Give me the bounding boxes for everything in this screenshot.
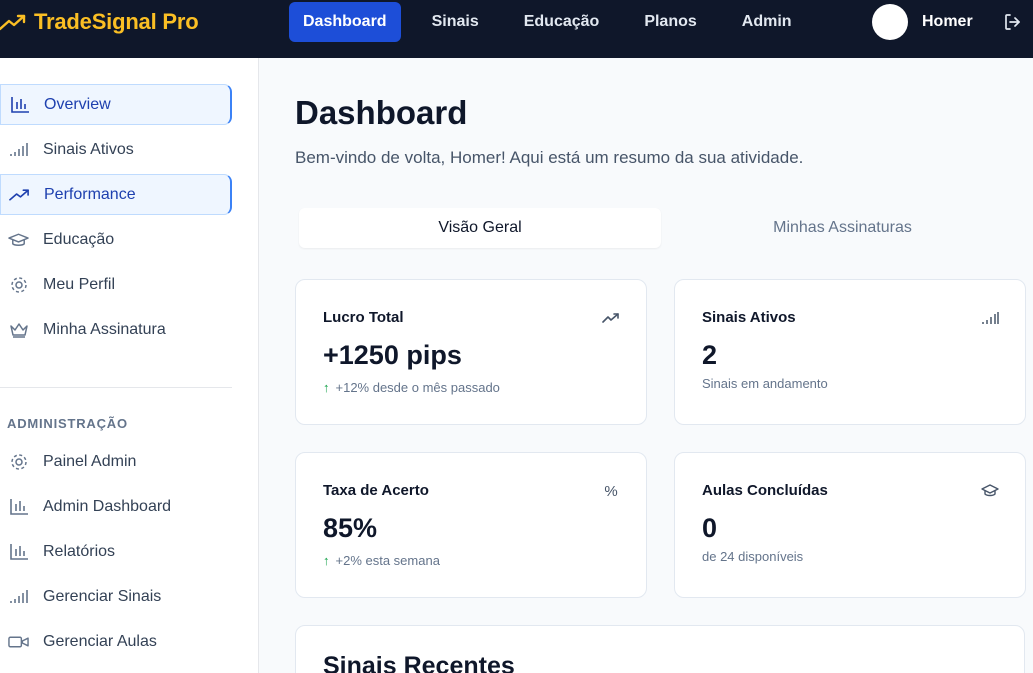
card-note-text: Sinais em andamento bbox=[702, 376, 828, 391]
sidebar-item-label: Gerenciar Sinais bbox=[43, 587, 162, 605]
sidebar-item-label: Painel Admin bbox=[43, 452, 137, 470]
sidebar-item-label: Overview bbox=[44, 95, 111, 113]
sidebar-item-painel-admin[interactable]: Painel Admin bbox=[0, 441, 232, 482]
sidebar-item-label: Relatórios bbox=[43, 542, 116, 560]
signal-icon bbox=[8, 139, 29, 160]
bar-chart-icon bbox=[9, 94, 30, 115]
sidebar-item-label: Gerenciar Aulas bbox=[43, 632, 157, 650]
card-note: de 24 disponíveis bbox=[702, 549, 803, 564]
brand[interactable]: TradeSignal Pro bbox=[0, 0, 199, 44]
sidebar-item-label: Minha Assinatura bbox=[43, 320, 166, 338]
page-title: Dashboard bbox=[295, 94, 468, 131]
sidebar-item-meu-perfil[interactable]: Meu Perfil bbox=[0, 264, 232, 305]
card-title: Aulas Concluídas bbox=[702, 482, 828, 499]
percent-icon: % bbox=[604, 482, 618, 500]
nav-admin[interactable]: Admin bbox=[728, 2, 806, 42]
sidebar-item-performance[interactable]: Performance bbox=[0, 174, 232, 215]
stat-card-lucro-total: Lucro Total +1250 pips ↑ +12% desde o mê… bbox=[295, 279, 647, 425]
stat-card-aulas-concluidas: Aulas Concluídas 0 de 24 disponíveis bbox=[674, 452, 1026, 598]
stat-card-sinais-ativos: Sinais Ativos 2 Sinais em andamento bbox=[674, 279, 1026, 425]
gear-icon bbox=[8, 274, 29, 295]
recent-signals-panel: Sinais Recentes bbox=[295, 625, 1025, 673]
bar-chart-icon bbox=[8, 496, 29, 517]
card-note-text: +12% desde o mês passado bbox=[335, 380, 500, 395]
card-title: Taxa de Acerto bbox=[323, 482, 429, 499]
sidebar-divider bbox=[0, 387, 232, 388]
trending-up-icon bbox=[9, 184, 30, 205]
card-title: Lucro Total bbox=[323, 309, 404, 326]
user-menu[interactable]: Homer bbox=[872, 4, 973, 40]
tab-visao-geral[interactable]: Visão Geral bbox=[299, 208, 661, 248]
sidebar-item-gerenciar-sinais[interactable]: Gerenciar Sinais bbox=[0, 576, 232, 617]
sidebar-item-sinais-ativos[interactable]: Sinais Ativos bbox=[0, 129, 232, 170]
card-title: Sinais Ativos bbox=[702, 309, 796, 326]
section-title: Sinais Recentes bbox=[323, 652, 515, 673]
sidebar-item-relatorios[interactable]: Relatórios bbox=[0, 531, 232, 572]
sidebar-item-label: Admin Dashboard bbox=[43, 497, 172, 515]
sidebar-item-label: Sinais Ativos bbox=[43, 140, 134, 158]
sidebar-item-gerenciar-aulas[interactable]: Gerenciar Aulas bbox=[0, 621, 232, 662]
card-note-text: de 24 disponíveis bbox=[702, 549, 804, 564]
card-value: 2 bbox=[702, 340, 718, 370]
card-note-text: +2% esta semana bbox=[335, 553, 440, 568]
bar-chart-icon bbox=[8, 541, 29, 562]
nav-dashboard[interactable]: Dashboard bbox=[289, 2, 401, 42]
signal-icon bbox=[8, 586, 29, 607]
sidebar-item-admin-dashboard[interactable]: Admin Dashboard bbox=[0, 486, 232, 527]
tab-minhas-assinaturas[interactable]: Minhas Assinaturas bbox=[660, 208, 1025, 248]
page-subtitle: Bem-vindo de volta, Homer! Aqui está um … bbox=[295, 148, 804, 167]
graduation-cap-icon bbox=[8, 229, 29, 250]
nav-sinais[interactable]: Sinais bbox=[418, 2, 493, 42]
video-icon bbox=[8, 631, 29, 652]
trending-up-icon bbox=[0, 12, 26, 32]
card-note: Sinais em andamento bbox=[702, 376, 828, 391]
sidebar-item-overview[interactable]: Overview bbox=[0, 84, 232, 125]
card-value: +1250 pips bbox=[323, 340, 462, 370]
sidebar-section-title: ADMINISTRAÇÃO bbox=[7, 416, 128, 431]
arrow-up-icon: ↑ bbox=[323, 380, 330, 395]
crown-icon bbox=[8, 319, 29, 340]
brand-name: TradeSignal Pro bbox=[34, 9, 199, 34]
arrow-up-icon: ↑ bbox=[323, 553, 330, 568]
signal-icon bbox=[981, 309, 999, 327]
sidebar-item-label: Performance bbox=[44, 185, 136, 203]
top-navbar: TradeSignal Pro Dashboard Sinais Educaçã… bbox=[0, 0, 1033, 58]
sidebar-item-educacao[interactable]: Educação bbox=[0, 219, 232, 260]
graduation-cap-icon bbox=[981, 482, 999, 500]
user-name: Homer bbox=[922, 13, 973, 30]
card-value: 85% bbox=[323, 513, 378, 543]
tab-list: Visão Geral Minhas Assinaturas bbox=[295, 208, 1025, 250]
card-note: ↑ +2% esta semana bbox=[323, 553, 440, 568]
trending-up-icon bbox=[602, 309, 620, 327]
sidebar-item-minha-assinatura[interactable]: Minha Assinatura bbox=[0, 309, 232, 350]
card-note: ↑ +12% desde o mês passado bbox=[323, 380, 500, 395]
gear-icon bbox=[8, 451, 29, 472]
card-value: 0 bbox=[702, 513, 718, 543]
sidebar-item-label: Meu Perfil bbox=[43, 275, 116, 293]
nav-planos[interactable]: Planos bbox=[630, 2, 710, 42]
logout-icon[interactable] bbox=[1003, 12, 1023, 32]
sidebar-item-label: Educação bbox=[43, 230, 115, 248]
sidebar: Overview Sinais Ativos Performance Educa… bbox=[0, 58, 259, 673]
nav-educacao[interactable]: Educação bbox=[510, 2, 614, 42]
main-nav: Dashboard Sinais Educação Planos Admin bbox=[289, 2, 823, 42]
stat-card-taxa-de-acerto: Taxa de Acerto % 85% ↑ +2% esta semana bbox=[295, 452, 647, 598]
avatar[interactable] bbox=[872, 4, 908, 40]
